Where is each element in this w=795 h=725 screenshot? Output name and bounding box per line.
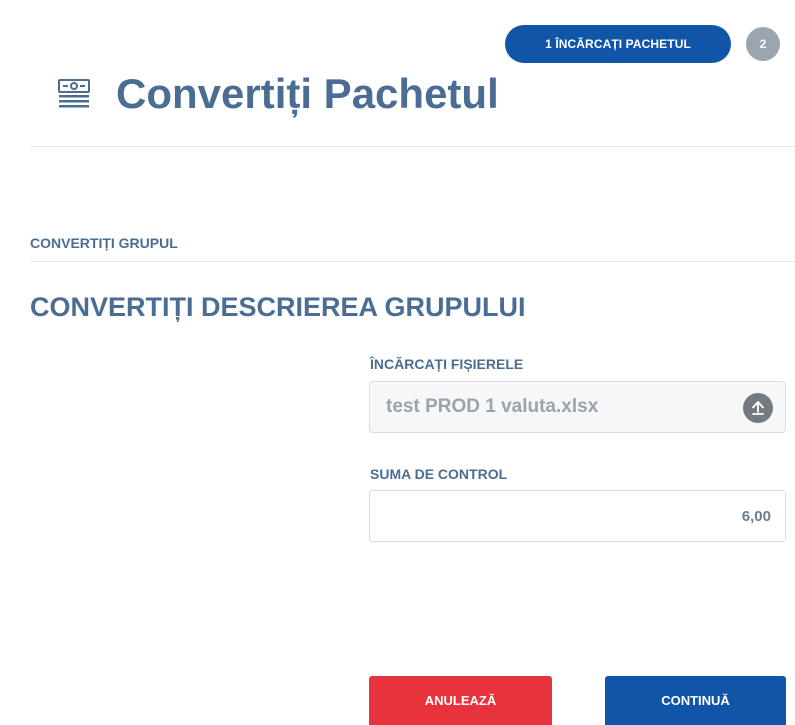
step-2-indicator[interactable]: 2 <box>746 27 780 61</box>
file-upload-label: ÎNCĂRCAȚI FIȘIERELE <box>370 356 524 372</box>
continue-button[interactable]: CONTINUĂ <box>605 676 786 725</box>
page-title: Convertiți Pachetul <box>116 70 499 117</box>
section-divider <box>30 261 795 262</box>
section-heading: CONVERTIȚI DESCRIEREA GRUPULUI <box>30 292 526 322</box>
checksum-input[interactable]: 6,00 <box>369 490 786 542</box>
money-document-icon <box>58 79 90 108</box>
cancel-button[interactable]: ANULEAZĂ <box>369 676 552 725</box>
section-label: CONVERTIȚI GRUPUL <box>30 235 178 251</box>
upload-arrow-icon[interactable] <box>743 393 773 423</box>
file-name-value: test PROD 1 valuta.xlsx <box>386 396 599 417</box>
header-divider <box>30 146 795 147</box>
checksum-value: 6,00 <box>741 507 771 525</box>
page: 1 ÎNCĂRCAȚI PACHETUL 2 Convertiți Pachet… <box>0 0 795 725</box>
file-upload-field[interactable]: test PROD 1 valuta.xlsx <box>369 381 786 433</box>
step-1-indicator[interactable]: 1 ÎNCĂRCAȚI PACHETUL <box>505 25 731 63</box>
checksum-label: SUMA DE CONTROL <box>370 466 508 482</box>
